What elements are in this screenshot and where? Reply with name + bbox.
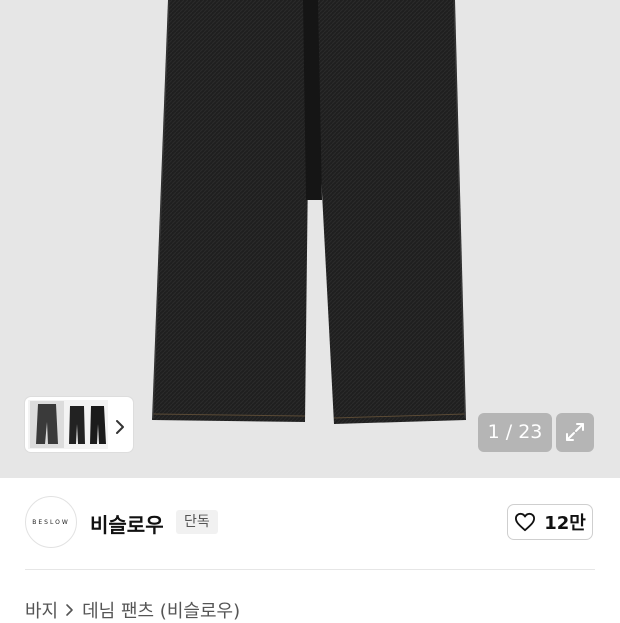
product-image-gallery[interactable]: 1 / 23 <box>0 0 620 478</box>
brand-name[interactable]: 비슬로우 <box>90 509 164 538</box>
chevron-right-icon[interactable] <box>110 417 130 437</box>
like-count: 12만 <box>544 513 586 534</box>
image-counter: 1 / 23 <box>478 413 552 452</box>
expand-button[interactable] <box>556 413 594 452</box>
divider <box>25 569 595 570</box>
like-button[interactable]: 12만 <box>507 504 593 540</box>
brand-logo[interactable]: BESLOW <box>25 496 77 548</box>
heart-icon <box>515 512 536 532</box>
brand-logo-text: BESLOW <box>32 518 70 526</box>
exclusive-badge: 단독 <box>176 510 218 534</box>
expand-icon <box>566 423 584 441</box>
product-page: 1 / 23 BESLOW 비슬로우 단독 12만 바지 데님 팬츠 (비슬로우… <box>0 0 620 623</box>
breadcrumb-product[interactable]: 데님 팬츠 (비슬로우) <box>82 597 240 623</box>
chevron-right-icon <box>64 603 76 617</box>
thumbnail-images <box>28 400 108 449</box>
breadcrumb-category[interactable]: 바지 <box>25 597 58 623</box>
breadcrumb: 바지 데님 팬츠 (비슬로우) <box>25 597 240 623</box>
brand-row: BESLOW 비슬로우 단독 12만 <box>0 478 620 568</box>
